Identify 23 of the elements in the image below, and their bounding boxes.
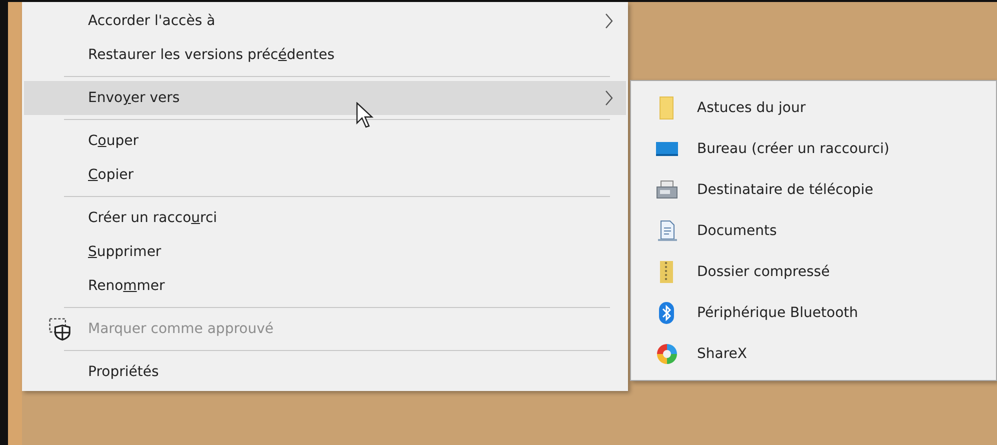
menu-item[interactable]: Accorder l'accès à bbox=[24, 4, 626, 38]
circular-logo-icon bbox=[655, 342, 679, 366]
document-icon bbox=[655, 218, 679, 242]
menu-item[interactable]: Créer un raccourci bbox=[24, 201, 626, 235]
submenu-item[interactable]: Documents bbox=[631, 210, 996, 251]
menu-item[interactable]: Couper bbox=[24, 124, 626, 158]
menu-item[interactable]: Supprimer bbox=[24, 235, 626, 269]
menu-item[interactable]: Propriétés bbox=[24, 355, 626, 389]
submenu-item[interactable]: Astuces du jour bbox=[631, 87, 996, 128]
menu-item[interactable]: Envoyer vers bbox=[24, 81, 626, 115]
submenu-item[interactable]: Périphérique Bluetooth bbox=[631, 292, 996, 333]
chevron-icon bbox=[604, 13, 614, 29]
submenu-item[interactable]: ShareX bbox=[631, 333, 996, 374]
submenu-item[interactable]: Dossier compressé bbox=[631, 251, 996, 292]
mouse-pointer-icon bbox=[356, 102, 374, 130]
menu-item[interactable]: Copier bbox=[24, 158, 626, 192]
printer-icon bbox=[655, 178, 679, 202]
menu-item[interactable]: Restaurer les versions précédentes bbox=[24, 38, 626, 72]
submenu-item[interactable]: Destinataire de télécopie bbox=[631, 169, 996, 210]
submenu-item[interactable]: Bureau (créer un raccourci) bbox=[631, 128, 996, 169]
shield-icon bbox=[48, 317, 72, 341]
menu-item[interactable]: Renommer bbox=[24, 269, 626, 303]
chevron-icon bbox=[604, 90, 614, 106]
